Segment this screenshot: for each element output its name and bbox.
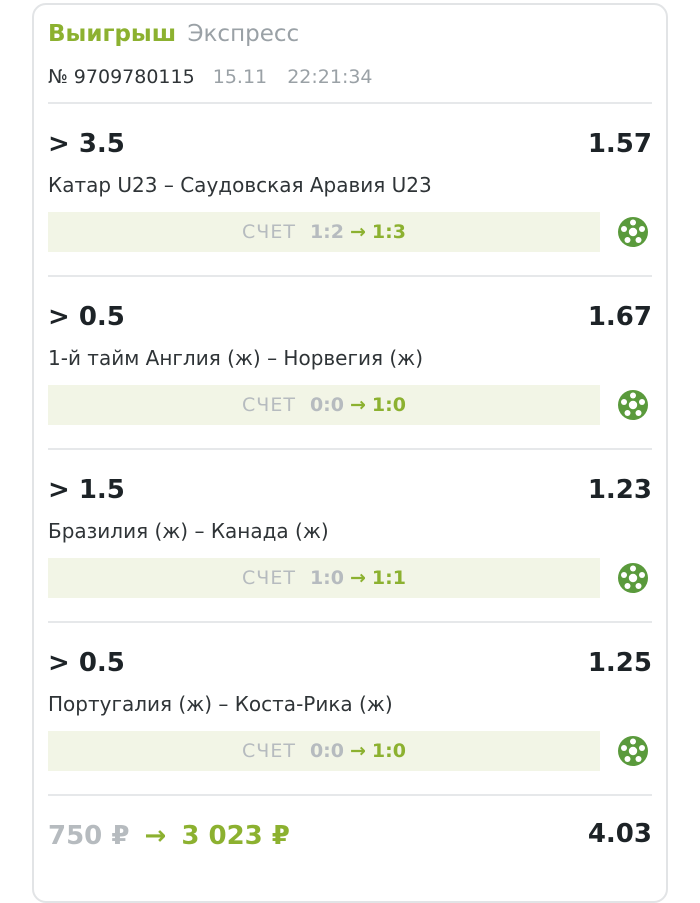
score-bar: СЧЕТ 0:0 → 1:0 [48,731,600,771]
bet-item[interactable]: > 1.5 1.23 Бразилия (ж) – Канада (ж) СЧЕ… [48,450,652,621]
bet-market: > 0.5 [48,648,125,678]
stake-payout: 750 ₽ → 3 023 ₽ [48,819,290,853]
bet-item[interactable]: > 3.5 1.57 Катар U23 – Саудовская Аравия… [48,104,652,275]
score-label: СЧЕТ [242,394,296,416]
bet-odds: 1.23 [587,475,652,505]
bet-title: Выигрыш Экспресс [48,19,299,49]
bet-event: 1-й тайм Англия (ж) – Норвегия (ж) [48,346,423,370]
score-arrow: → [349,740,366,762]
bet-event: Катар U23 – Саудовская Аравия U23 [48,173,432,197]
bet-type: Экспресс [187,21,300,47]
score-from: 1:2 [309,221,344,243]
bet-item[interactable]: > 0.5 1.67 1-й тайм Англия (ж) – Норвеги… [48,277,652,448]
bet-odds: 1.57 [587,129,652,159]
bet-item[interactable]: > 0.5 1.25 Португалия (ж) – Коста-Рика (… [48,623,652,794]
score-bar: СЧЕТ 0:0 → 1:0 [48,385,600,425]
bet-market: > 0.5 [48,302,125,332]
bet-date: 15.11 [212,66,268,88]
score-label: СЧЕТ [242,740,296,762]
bet-time: 22:21:34 [287,66,373,88]
score-arrow: → [349,394,366,416]
score-from: 0:0 [309,394,344,416]
score-from: 0:0 [309,740,344,762]
soccer-ball-icon [618,563,648,593]
bet-event: Бразилия (ж) – Канада (ж) [48,519,329,543]
bet-number: № 9709780115 [48,66,195,88]
bet-summary: 750 ₽ → 3 023 ₽ 4.03 [48,807,652,857]
soccer-ball-icon [618,736,648,766]
score-arrow: → [349,221,366,243]
score-to: 1:3 [371,221,406,243]
bet-odds: 1.25 [587,648,652,678]
score-from: 1:0 [309,567,344,589]
score-label: СЧЕТ [242,567,296,589]
soccer-ball-icon [618,217,648,247]
score-arrow: → [349,567,366,589]
score-bar: СЧЕТ 1:0 → 1:1 [48,558,600,598]
bet-status: Выигрыш [48,21,177,47]
bet-market: > 3.5 [48,129,125,159]
score-bar: СЧЕТ 1:2 → 1:3 [48,212,600,252]
score-label: СЧЕТ [242,221,296,243]
bet-meta: № 9709780115 15.11 22:21:34 [48,64,373,90]
divider [48,794,652,796]
score-to: 1:0 [371,394,406,416]
bet-card[interactable]: Выигрыш Экспресс № 9709780115 15.11 22:2… [32,3,668,903]
bet-market: > 1.5 [48,475,125,505]
soccer-ball-icon [618,390,648,420]
score-to: 1:1 [371,567,406,589]
bet-odds: 1.67 [587,302,652,332]
stake-amount: 750 ₽ [48,821,130,851]
score-to: 1:0 [371,740,406,762]
bet-event: Португалия (ж) – Коста-Рика (ж) [48,692,393,716]
payout-arrow: → [144,821,167,851]
payout-amount: 3 023 ₽ [181,821,290,851]
total-odds: 4.03 [587,819,652,849]
